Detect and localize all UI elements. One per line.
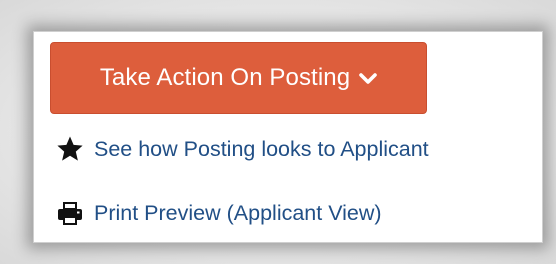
take-action-button[interactable]: Take Action On Posting	[50, 42, 427, 114]
printer-icon	[58, 202, 82, 225]
print-preview-link[interactable]: Print Preview (Applicant View)	[56, 199, 382, 227]
see-applicant-view-label: See how Posting looks to Applicant	[94, 136, 429, 161]
star-icon	[57, 136, 83, 161]
take-action-label: Take Action On Posting	[99, 64, 351, 91]
print-preview-label: Print Preview (Applicant View)	[94, 200, 382, 225]
action-dropdown-panel: Take Action On Posting See how Posting l…	[33, 31, 543, 243]
see-applicant-view-link[interactable]: See how Posting looks to Applicant	[56, 135, 429, 163]
chevron-down-icon	[359, 73, 377, 84]
